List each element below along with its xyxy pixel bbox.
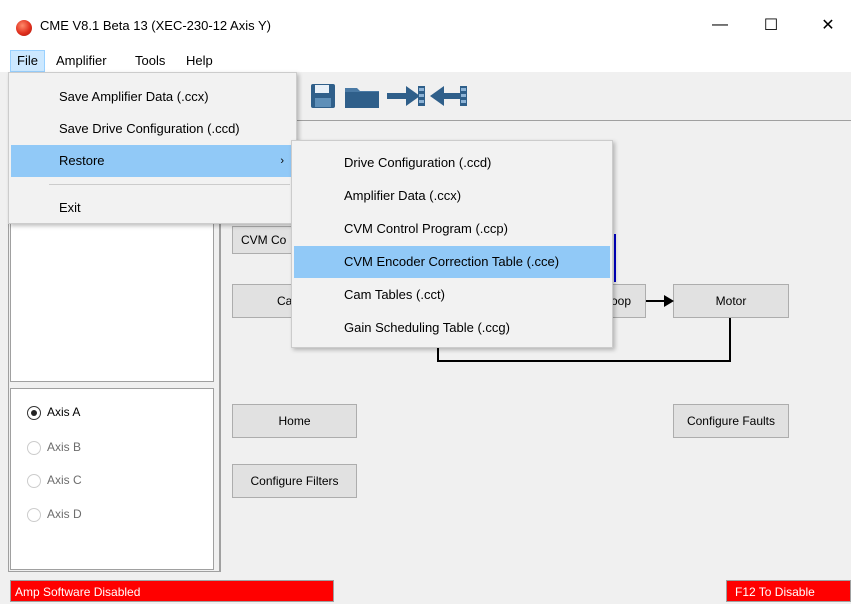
menu-file[interactable]: File [10,50,45,72]
file-menu: Save Amplifier Data (.ccx) Save Drive Co… [8,72,297,224]
tree-panel [10,222,214,382]
feedback-line [437,348,439,362]
save-disk-icon[interactable] [310,82,336,110]
axis-c-label: Axis C [47,473,82,487]
menu-item-exit[interactable]: Exit [11,192,294,224]
menu-separator [49,184,290,185]
axis-a-radio[interactable] [27,406,41,420]
chevron-right-icon: › [280,155,284,167]
connector-line [614,234,616,282]
axis-selector-panel: Axis A Axis B Axis C Axis D [10,388,214,570]
menu-item-cvm-control-program[interactable]: CVM Control Program (.ccp) [294,213,610,245]
axis-d-radio[interactable] [27,508,41,522]
menu-item-cam-tables[interactable]: Cam Tables (.cct) [294,279,610,311]
ca-button[interactable]: Ca [232,284,294,318]
configure-filters-button[interactable]: Configure Filters [232,464,357,498]
axis-a-label: Axis A [47,405,81,419]
close-button[interactable]: ✕ [805,10,851,40]
open-folder-icon[interactable] [344,82,380,110]
configure-faults-button[interactable]: Configure Faults [673,404,789,438]
arrowhead-icon [664,295,674,307]
menu-item-drive-configuration[interactable]: Drive Configuration (.ccd) [294,147,610,179]
title-bar: CME V8.1 Beta 13 (XEC-230-12 Axis Y) — ☐… [0,0,851,50]
maximize-button[interactable]: ☐ [748,10,794,40]
axis-b-radio[interactable] [27,441,41,455]
menu-item-save-drive-configuration[interactable]: Save Drive Configuration (.ccd) [11,113,294,145]
disable-hint: F12 To Disable [726,580,851,602]
axis-c-radio[interactable] [27,474,41,488]
upload-arrow-icon[interactable] [428,82,468,110]
motor-button[interactable]: Motor [673,284,789,318]
restore-submenu: Drive Configuration (.ccd) Amplifier Dat… [291,140,613,348]
menu-tools[interactable]: Tools [129,50,171,72]
menu-item-cvm-encoder-correction-table[interactable]: CVM Encoder Correction Table (.cce) [294,246,610,278]
connector-line [646,300,666,302]
axis-b-label: Axis B [47,440,82,454]
menu-item-gain-scheduling-table[interactable]: Gain Scheduling Table (.ccg) [294,312,610,344]
app-logo-icon [16,20,32,36]
home-button[interactable]: Home [232,404,357,438]
menu-item-amplifier-data[interactable]: Amplifier Data (.ccx) [294,180,610,212]
download-arrow-icon[interactable] [386,82,426,110]
menu-amplifier[interactable]: Amplifier [50,50,113,72]
cvm-control-button[interactable]: CVM Co [232,226,294,254]
menu-item-restore-label: Restore [59,153,105,168]
axis-d-label: Axis D [47,507,82,521]
feedback-line [437,360,731,362]
amp-status: Amp Software Disabled [10,580,334,602]
minimize-button[interactable]: — [697,10,743,40]
menu-item-restore[interactable]: Restore › [11,145,294,177]
menu-item-save-amplifier-data[interactable]: Save Amplifier Data (.ccx) [11,81,294,113]
menu-help[interactable]: Help [180,50,219,72]
menu-bar: File Amplifier Tools Help [0,50,851,72]
window-title: CME V8.1 Beta 13 (XEC-230-12 Axis Y) [40,18,271,33]
feedback-line [729,318,731,362]
